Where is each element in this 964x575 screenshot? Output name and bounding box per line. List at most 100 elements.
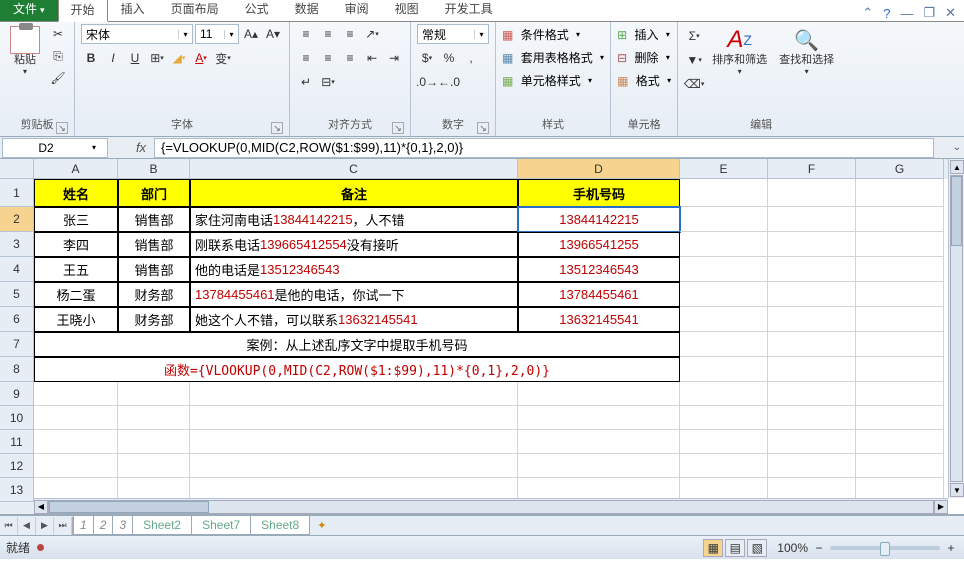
fill-color-button[interactable]: ◢▾: [169, 48, 189, 68]
window-close-icon[interactable]: ✕: [945, 5, 956, 21]
align-bottom-button[interactable]: ≡: [340, 24, 360, 44]
column-header-B[interactable]: B: [118, 159, 190, 179]
cell-A1[interactable]: 姓名: [34, 179, 118, 207]
page-layout-tab[interactable]: 页面布局: [158, 0, 232, 21]
name-box-dropdown[interactable]: ▾: [89, 143, 99, 152]
sheet-tab-2[interactable]: 2: [93, 516, 114, 535]
view-tab[interactable]: 视图: [382, 0, 432, 21]
cell-C4[interactable]: 他的电话是13512346543: [190, 257, 518, 282]
cell-G12[interactable]: [856, 454, 944, 478]
zoom-in-button[interactable]: +: [944, 541, 958, 555]
cell-E4[interactable]: [680, 257, 768, 282]
cond-format-button[interactable]: ▦ 条件格式 ▾: [502, 26, 604, 43]
formula-input[interactable]: {=VLOOKUP(0,MID(C2,ROW($1:$99),11)*{0,1}…: [154, 138, 934, 158]
new-sheet-button[interactable]: ✦: [309, 517, 334, 534]
cell-G5[interactable]: [856, 282, 944, 307]
cell-C6[interactable]: 她这个人不错，可以联系13632145541: [190, 307, 518, 332]
formula-expand-icon[interactable]: ⌄: [950, 142, 964, 153]
cell-G2[interactable]: [856, 207, 944, 232]
review-tab[interactable]: 审阅: [332, 0, 382, 21]
column-header-A[interactable]: A: [34, 159, 118, 179]
cell-B12[interactable]: [118, 454, 190, 478]
insert-cells-button[interactable]: ⊞ 插入 ▾: [617, 26, 671, 43]
border-button[interactable]: ⊞▾: [147, 48, 167, 68]
cell-D5[interactable]: 13784455461: [518, 282, 680, 307]
indent-dec-button[interactable]: ⇤: [362, 48, 382, 68]
cell-G10[interactable]: [856, 406, 944, 430]
cell-G9[interactable]: [856, 382, 944, 406]
row-header-8[interactable]: 8: [0, 357, 34, 382]
file-tab[interactable]: 文件▾: [0, 0, 58, 21]
percent-button[interactable]: %: [439, 48, 459, 68]
cell-A7[interactable]: 案例：从上述乱序文字中提取手机号码: [34, 332, 680, 357]
zoom-slider[interactable]: [830, 546, 940, 550]
cell-B9[interactable]: [118, 382, 190, 406]
find-select-button[interactable]: 🔍 查找和选择 ▾: [775, 24, 838, 78]
cell-D1[interactable]: 手机号码: [518, 179, 680, 207]
zoom-percent[interactable]: 100%: [777, 541, 808, 555]
cell-B2[interactable]: 销售部: [118, 207, 190, 232]
cell-B6[interactable]: 财务部: [118, 307, 190, 332]
merge-button[interactable]: ⊟▾: [318, 72, 338, 92]
cell-B5[interactable]: 财务部: [118, 282, 190, 307]
cell-D2[interactable]: 13844142215: [518, 207, 680, 232]
cell-E5[interactable]: [680, 282, 768, 307]
cell-A4[interactable]: 王五: [34, 257, 118, 282]
fill-button[interactable]: ▼▾: [684, 50, 704, 70]
cell-D6[interactable]: 13632145541: [518, 307, 680, 332]
column-header-E[interactable]: E: [680, 159, 768, 179]
cell-A2[interactable]: 张三: [34, 207, 118, 232]
cells-area[interactable]: 姓名部门备注手机号码张三销售部家住河南电话13844142215，人不错1384…: [34, 179, 948, 498]
cell-C3[interactable]: 刚联系电话139665412554没有接听: [190, 232, 518, 257]
cell-E9[interactable]: [680, 382, 768, 406]
row-header-9[interactable]: 9: [0, 382, 34, 406]
cell-G7[interactable]: [856, 332, 944, 357]
sheet-tab-Sheet2[interactable]: Sheet2: [132, 516, 192, 535]
cancel-formula-icon[interactable]: [112, 139, 130, 157]
fx-icon[interactable]: fx: [132, 139, 150, 157]
cell-A6[interactable]: 王晓小: [34, 307, 118, 332]
cell-A3[interactable]: 李四: [34, 232, 118, 257]
cell-G4[interactable]: [856, 257, 944, 282]
cell-F8[interactable]: [768, 357, 856, 382]
column-header-D[interactable]: D: [518, 159, 680, 179]
cell-E10[interactable]: [680, 406, 768, 430]
font-family-combo[interactable]: ▾: [81, 24, 193, 44]
cell-B4[interactable]: 销售部: [118, 257, 190, 282]
align-right-button[interactable]: ≡: [340, 48, 360, 68]
cell-F12[interactable]: [768, 454, 856, 478]
cell-A8[interactable]: 函数={VLOOKUP(0,MID(C2,ROW($1:$99),11)*{0,…: [34, 357, 680, 382]
grow-font-button[interactable]: A▴: [241, 24, 261, 44]
cell-G11[interactable]: [856, 430, 944, 454]
sheet-tab-Sheet8[interactable]: Sheet8: [250, 516, 310, 535]
font-size-combo[interactable]: ▾: [195, 24, 239, 44]
cell-A10[interactable]: [34, 406, 118, 430]
cell-E6[interactable]: [680, 307, 768, 332]
sheet-tab-Sheet7[interactable]: Sheet7: [191, 516, 251, 535]
row-header-7[interactable]: 7: [0, 332, 34, 357]
sheet-tab-3[interactable]: 3: [112, 516, 133, 535]
cell-C5[interactable]: 13784455461是他的电话，你试一下: [190, 282, 518, 307]
column-header-G[interactable]: G: [856, 159, 944, 179]
window-min-icon[interactable]: —: [900, 6, 913, 21]
cell-F2[interactable]: [768, 207, 856, 232]
cell-F11[interactable]: [768, 430, 856, 454]
cell-B3[interactable]: 销售部: [118, 232, 190, 257]
cell-A9[interactable]: [34, 382, 118, 406]
row-header-3[interactable]: 3: [0, 232, 34, 257]
cell-E12[interactable]: [680, 454, 768, 478]
cell-E2[interactable]: [680, 207, 768, 232]
cell-E7[interactable]: [680, 332, 768, 357]
cell-A5[interactable]: 杨二蛋: [34, 282, 118, 307]
cell-C11[interactable]: [190, 430, 518, 454]
align-left-button[interactable]: ≡: [296, 48, 316, 68]
number-format-combo[interactable]: ▾: [417, 24, 489, 44]
sheet-prev-icon[interactable]: ◀: [18, 517, 36, 535]
insert-tab[interactable]: 插入: [108, 0, 158, 21]
normal-view-button[interactable]: ▦: [703, 539, 723, 557]
column-header-C[interactable]: C: [190, 159, 518, 179]
page-layout-view-button[interactable]: ▤: [725, 539, 745, 557]
cell-A11[interactable]: [34, 430, 118, 454]
row-header-5[interactable]: 5: [0, 282, 34, 307]
row-header-10[interactable]: 10: [0, 406, 34, 430]
